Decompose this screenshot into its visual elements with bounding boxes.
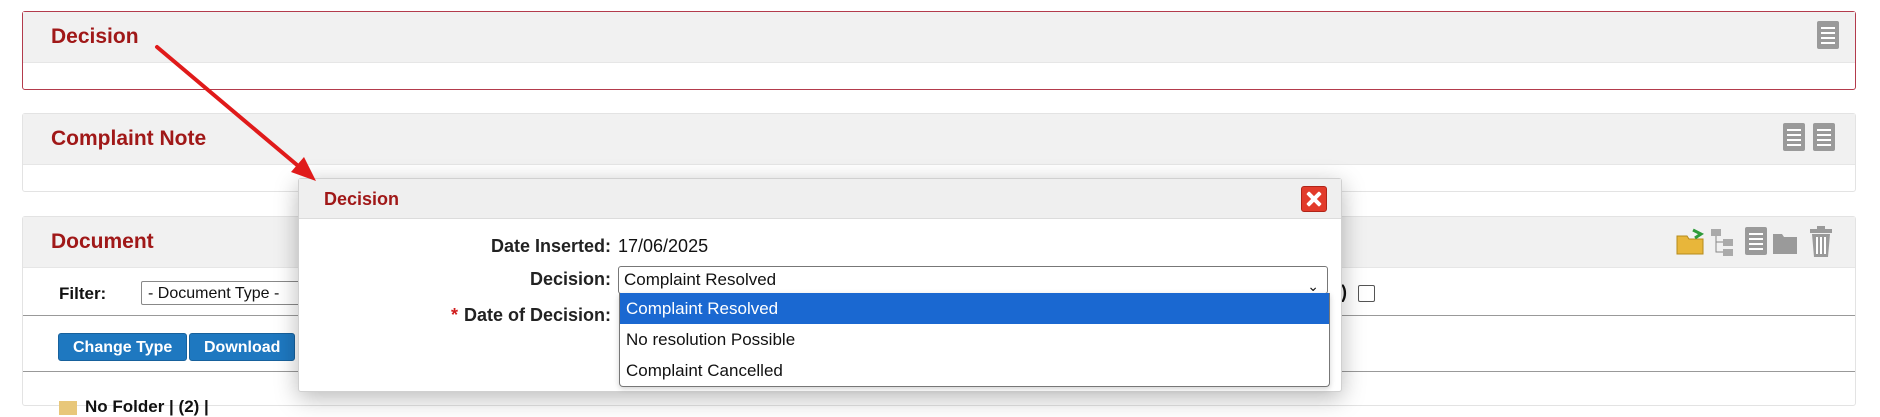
- close-icon[interactable]: [1301, 186, 1327, 212]
- document-panel-title: Document: [51, 230, 154, 253]
- option-complaint-resolved[interactable]: Complaint Resolved: [620, 293, 1329, 324]
- open-folder-icon[interactable]: [1675, 228, 1705, 261]
- folder-row[interactable]: No Folder | (2) |: [59, 397, 209, 417]
- date-of-decision-label: * Date of Decision:: [451, 305, 611, 326]
- filter-checkbox[interactable]: [1358, 285, 1375, 302]
- folder-icon: [59, 400, 77, 415]
- option-no-resolution-possible[interactable]: No resolution Possible: [620, 324, 1329, 355]
- tree-view-icon[interactable]: [1709, 227, 1737, 262]
- required-marker: *: [450, 305, 458, 325]
- decision-options-list: Complaint Resolved No resolution Possibl…: [619, 293, 1330, 387]
- add-document-icon[interactable]: [1817, 21, 1839, 49]
- decision-panel: Decision: [22, 11, 1856, 90]
- dialog-title: Decision: [324, 189, 400, 209]
- folder-icon[interactable]: [1771, 228, 1799, 261]
- dialog-header: Decision: [299, 179, 1341, 219]
- folder-row-label: No Folder | (2) |: [85, 397, 209, 416]
- decision-panel-title: Decision: [51, 25, 139, 48]
- date-of-decision-text: Date of Decision:: [463, 305, 611, 325]
- add-document-icon[interactable]: [1745, 227, 1767, 255]
- complaint-note-title: Complaint Note: [51, 127, 207, 150]
- date-inserted-value: 17/06/2025: [618, 236, 709, 256]
- option-complaint-cancelled[interactable]: Complaint Cancelled: [620, 355, 1329, 386]
- decision-select-value: Complaint Resolved: [624, 270, 777, 289]
- complaint-note-panel-header: Complaint Note: [23, 114, 1855, 165]
- decision-label: Decision:: [529, 269, 611, 289]
- notes-icon[interactable]: [1813, 123, 1835, 151]
- trash-icon[interactable]: [1807, 226, 1835, 263]
- decision-panel-header: Decision: [23, 12, 1855, 63]
- date-inserted-label: Date Inserted:: [490, 236, 611, 256]
- filter-label: Filter:: [59, 284, 107, 303]
- download-button[interactable]: Download: [189, 333, 296, 361]
- decision-select[interactable]: Complaint Resolved ⌄: [618, 266, 1328, 294]
- change-type-button[interactable]: Change Type: [58, 333, 188, 361]
- add-note-icon[interactable]: [1783, 123, 1805, 151]
